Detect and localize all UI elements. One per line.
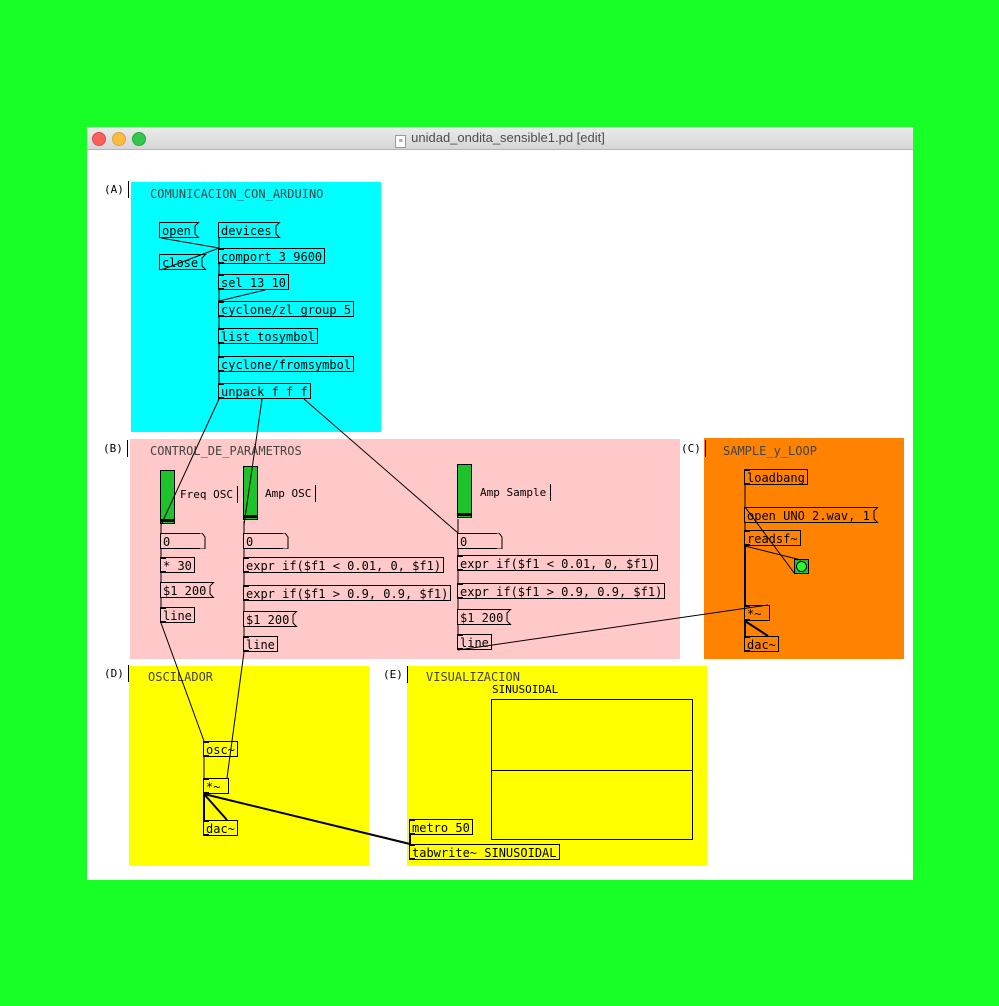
- amp-line-object[interactable]: line: [243, 636, 278, 652]
- message-flag-icon: [290, 611, 299, 627]
- sample-number-box[interactable]: 0: [457, 533, 503, 549]
- amp-sample-label: Amp Sample: [480, 484, 552, 501]
- title-bar[interactable]: ≡ unidad_ondita_sensible1.pd [edit]: [87, 127, 913, 150]
- amp-osc-label: Amp OSC: [265, 485, 317, 502]
- section-d-canvas: [129, 666, 369, 866]
- osc-dac-object[interactable]: dac~: [203, 820, 238, 836]
- amp-expr-max-object[interactable]: expr if($f1 > 0.9, 0.9, $f1): [243, 585, 452, 601]
- osc-object[interactable]: osc~: [203, 741, 238, 757]
- multiply-30-object[interactable]: * 30: [160, 557, 195, 573]
- freq-line-object[interactable]: line: [160, 607, 195, 623]
- numbox-corner-icon: [198, 533, 206, 549]
- section-c-marker: (C): [681, 440, 706, 457]
- message-flag-icon: [272, 222, 281, 238]
- slider-knob: [458, 513, 471, 516]
- fromsymbol-object[interactable]: cyclone/fromsymbol: [218, 356, 355, 372]
- message-flag-icon: [191, 222, 200, 238]
- section-c-title: SAMPLE_y_LOOP: [723, 444, 817, 458]
- amp-number-box[interactable]: 0: [243, 533, 289, 549]
- section-b-title: CONTROL_DE_PARÁMETROS: [150, 444, 302, 458]
- freq-osc-slider[interactable]: [160, 470, 175, 524]
- patch-canvas[interactable]: (A) (B) (C) (D) (E) COMUNICACION_CON_ARD…: [87, 150, 913, 880]
- sample-expr-max-object[interactable]: expr if($f1 > 0.9, 0.9, $f1): [457, 583, 666, 599]
- tabwrite-object[interactable]: tabwrite~ SINUSOIDAL: [409, 844, 560, 860]
- section-a-marker: (A): [104, 181, 129, 198]
- sample-expr-min-object[interactable]: expr if($f1 < 0.01, 0, $f1): [457, 555, 659, 571]
- osc-multiply-object[interactable]: *~: [203, 778, 229, 794]
- readsf-object[interactable]: readsf~: [744, 530, 801, 546]
- numbox-corner-icon: [281, 533, 289, 549]
- document-icon: ≡: [395, 135, 407, 148]
- message-flag-icon: [504, 609, 513, 625]
- section-b-marker: (B): [103, 440, 128, 457]
- freq-osc-label: Freq OSC: [180, 486, 238, 503]
- amp-expr-min-object[interactable]: expr if($f1 < 0.01, 0, $f1): [243, 557, 445, 573]
- array-name-label: SINUSOIDAL: [492, 683, 559, 696]
- amp-line-message[interactable]: $1 200: [243, 611, 299, 627]
- amp-osc-slider[interactable]: [243, 466, 258, 520]
- message-flag-icon: [207, 582, 216, 598]
- section-a-title: COMUNICACION_CON_ARDUINO: [150, 187, 324, 201]
- sample-line-object[interactable]: line: [457, 634, 492, 650]
- section-d-marker: (D): [104, 665, 129, 682]
- close-message[interactable]: close: [159, 254, 207, 270]
- slider-knob: [244, 515, 257, 518]
- numbox-corner-icon: [495, 533, 503, 549]
- amp-sample-slider[interactable]: [457, 464, 472, 518]
- section-e-marker: (E): [383, 666, 408, 683]
- metro-object[interactable]: metro 50: [409, 819, 473, 835]
- loadbang-object[interactable]: loadbang: [744, 469, 808, 485]
- comport-object[interactable]: comport 3 9600: [218, 248, 326, 264]
- section-b-canvas: [130, 439, 680, 659]
- sample-dac-object[interactable]: dac~: [744, 636, 779, 652]
- message-flag-icon: [870, 507, 879, 523]
- section-d-title: OSCILADOR: [148, 670, 214, 684]
- window-title: unidad_ondita_sensible1.pd [edit]: [411, 130, 605, 145]
- devices-message[interactable]: devices: [218, 222, 281, 238]
- freq-line-message[interactable]: $1 200: [160, 582, 216, 598]
- sample-line-message[interactable]: $1 200: [457, 609, 513, 625]
- graph-zero-line: [492, 769, 692, 771]
- open-file-message[interactable]: open UNO_2.wav, 1: [744, 507, 879, 523]
- bang-button[interactable]: [794, 559, 809, 574]
- freq-number-box[interactable]: 0: [160, 533, 206, 549]
- zl-group-object[interactable]: cyclone/zl group 5: [218, 301, 355, 317]
- list-tosymbol-object[interactable]: list tosymbol: [218, 328, 318, 344]
- sel-object[interactable]: sel 13 10: [218, 274, 290, 290]
- section-e-title: VISUALIZACION: [426, 670, 520, 684]
- slider-knob: [161, 519, 174, 522]
- sinusoidal-array-graph[interactable]: [491, 699, 693, 840]
- open-message[interactable]: open: [159, 222, 200, 238]
- pd-window: ≡ unidad_ondita_sensible1.pd [edit] (A) (…: [87, 127, 913, 880]
- sample-multiply-object[interactable]: *~: [744, 605, 770, 621]
- message-flag-icon: [199, 254, 207, 270]
- unpack-object[interactable]: unpack f f f: [218, 383, 311, 399]
- bang-indicator: [796, 561, 807, 572]
